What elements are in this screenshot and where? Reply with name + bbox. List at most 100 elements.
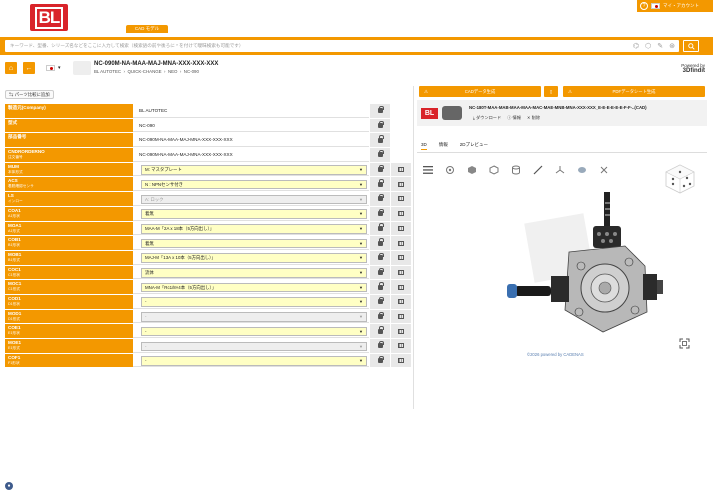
attribute-select[interactable]: 着無 ▼	[141, 238, 367, 249]
menu-icon[interactable]	[421, 164, 434, 176]
lock-button[interactable]	[369, 206, 390, 221]
attribute-label: MOA1 A1形式	[5, 221, 133, 236]
chevron-down-icon: ▼	[359, 196, 363, 202]
info-link[interactable]: ⓘ 情報	[507, 115, 521, 121]
cylinder-icon[interactable]	[509, 164, 522, 176]
attribute-select[interactable]: 着無 ▼	[141, 209, 367, 219]
lock-button[interactable]	[369, 353, 390, 368]
lock-icon	[377, 208, 384, 217]
attribute-select[interactable]: - ▼	[141, 297, 367, 307]
scroll-button[interactable]: ●	[5, 482, 13, 490]
lock-button[interactable]	[369, 221, 390, 236]
cad-3d-model[interactable]	[457, 192, 667, 352]
pdf-icon-button[interactable]: ▯	[544, 86, 558, 97]
filter-icon[interactable]: ⊛	[669, 42, 675, 50]
lock-button[interactable]	[369, 104, 390, 118]
lock-button[interactable]	[369, 177, 390, 192]
company-logo[interactable]: BL	[30, 4, 68, 31]
lock-icon	[377, 164, 384, 173]
lock-button[interactable]	[369, 339, 390, 353]
lock-button[interactable]	[369, 280, 390, 294]
fit-view-icon[interactable]	[679, 338, 690, 349]
lock-icon	[377, 179, 384, 187]
attribute-select[interactable]: MAA-M「2A x 18本（5方向出し）」 ▼	[141, 224, 367, 234]
breadcrumb-item[interactable]: NC-090	[184, 69, 199, 74]
breadcrumb-item[interactable]: QUICK-CHANGE	[127, 69, 161, 74]
explode-icon[interactable]	[597, 164, 610, 176]
account-label[interactable]: マイ・アカウント	[663, 3, 699, 9]
tab-info[interactable]: 情報	[439, 142, 448, 150]
breadcrumb-item[interactable]: BL AUTOTEC	[94, 69, 121, 74]
shaded-icon[interactable]	[575, 164, 588, 176]
sketch-icon[interactable]: ✎	[657, 42, 663, 50]
attribute-select[interactable]: M: マスタプレート ▼	[141, 165, 367, 175]
measure-icon[interactable]	[531, 164, 544, 176]
attribute-select[interactable]: MAJ-M「13A x 10本（5方向出し）」 ▼	[141, 253, 367, 263]
network-icon[interactable]: ⌬	[633, 42, 639, 50]
lock-button[interactable]	[369, 250, 390, 265]
add-compare-button[interactable]: ⇆ パーツ比較に追加	[5, 90, 54, 99]
table-view-button[interactable]	[390, 177, 411, 192]
cad-generate-button[interactable]: ⚠ CADデータ生成	[419, 86, 541, 97]
powered-by[interactable]: Powered by 3Dfindit	[681, 63, 705, 74]
attribute-subname: B1形式	[8, 257, 20, 262]
attribute-select[interactable]: - ▼	[141, 326, 367, 337]
table-view-button[interactable]	[390, 280, 411, 294]
lock-button[interactable]	[369, 236, 390, 250]
search-button[interactable]	[683, 40, 699, 52]
lock-button[interactable]	[369, 309, 390, 324]
table-view-button[interactable]	[390, 221, 411, 236]
breadcrumb-item[interactable]: NEO	[168, 69, 178, 74]
lock-button[interactable]	[369, 294, 390, 309]
tab-2d-preview[interactable]: 2Dプレビュー	[460, 142, 488, 150]
attribute-value: NC-090M-NA-MAA-MAJ-MNA-XXX-XXX-XXX	[133, 148, 369, 162]
attribute-row: 型式 NC-090	[5, 118, 411, 134]
attribute-subname: B1形状	[8, 243, 20, 248]
lock-button[interactable]	[369, 324, 390, 338]
download-link[interactable]: ⤓ ダウンロード	[473, 115, 501, 121]
back-button[interactable]: ←	[23, 62, 35, 74]
tab-3d[interactable]: 3D	[421, 142, 427, 150]
account-bar[interactable]: ? マイ・アカウント	[637, 0, 713, 12]
table-view-button[interactable]	[390, 250, 411, 265]
table-view-button[interactable]	[390, 339, 411, 353]
japan-flag-icon[interactable]	[651, 3, 660, 9]
table-view-button[interactable]	[390, 353, 411, 368]
wire-cube-icon[interactable]	[487, 164, 500, 176]
tab-cad-model[interactable]: CAD モデル	[126, 25, 168, 33]
attribute-select[interactable]: - ▼	[141, 356, 367, 366]
question-circle-icon[interactable]: ?	[640, 2, 648, 10]
view-settings-icon[interactable]	[443, 164, 456, 176]
lock-button[interactable]	[369, 192, 390, 206]
cad-info-box: BL NC-180T-MAA-MAB-MAA-MAA-MAC-MAE-MNB-M…	[417, 100, 707, 126]
table-view-button[interactable]	[390, 324, 411, 338]
chevron-down-icon: ▼	[359, 270, 363, 276]
attribute-select[interactable]: 流体 ▼	[141, 268, 367, 278]
table-view-button[interactable]	[390, 309, 411, 324]
lock-button[interactable]	[369, 148, 390, 162]
solid-cube-icon[interactable]	[465, 164, 478, 176]
table-view-button[interactable]	[390, 192, 411, 206]
search-input[interactable]: キーワード、型番、シリーズ名などをここに入力して検索（検索語の前や後ろに * を…	[5, 40, 679, 52]
attribute-select[interactable]: N : NPNセンサ付き ▼	[141, 179, 367, 190]
delete-link[interactable]: ✕ 削除	[527, 115, 540, 121]
search-placeholder: キーワード、型番、シリーズ名などをここに入力して検索（検索語の前や後ろに * を…	[10, 43, 244, 48]
chevron-down-icon: ▼	[359, 255, 363, 261]
view-cube-icon[interactable]	[661, 162, 699, 196]
table-view-button[interactable]	[390, 236, 411, 250]
table-view-button[interactable]	[390, 265, 411, 280]
axes-icon[interactable]	[553, 164, 566, 176]
lock-button[interactable]	[369, 118, 390, 133]
lock-button[interactable]	[369, 265, 390, 280]
lock-button[interactable]	[369, 133, 390, 148]
language-select[interactable]: ▾	[46, 62, 70, 74]
pdf-generate-button[interactable]: ⚠ PDFデータシート生成	[563, 86, 705, 97]
attribute-select[interactable]: MNA-M「Rc1/8×4本（5方向出し）」 ▼	[141, 282, 367, 293]
cube-icon[interactable]: ⬡	[645, 42, 651, 50]
search-bar: キーワード、型番、シリーズ名などをここに入力して検索（検索語の前や後ろに * を…	[0, 37, 713, 55]
table-view-button[interactable]	[390, 294, 411, 309]
table-view-button[interactable]	[390, 206, 411, 221]
table-view-button[interactable]	[390, 162, 411, 177]
lock-button[interactable]	[369, 162, 390, 177]
home-button[interactable]: ⌂	[5, 62, 17, 74]
